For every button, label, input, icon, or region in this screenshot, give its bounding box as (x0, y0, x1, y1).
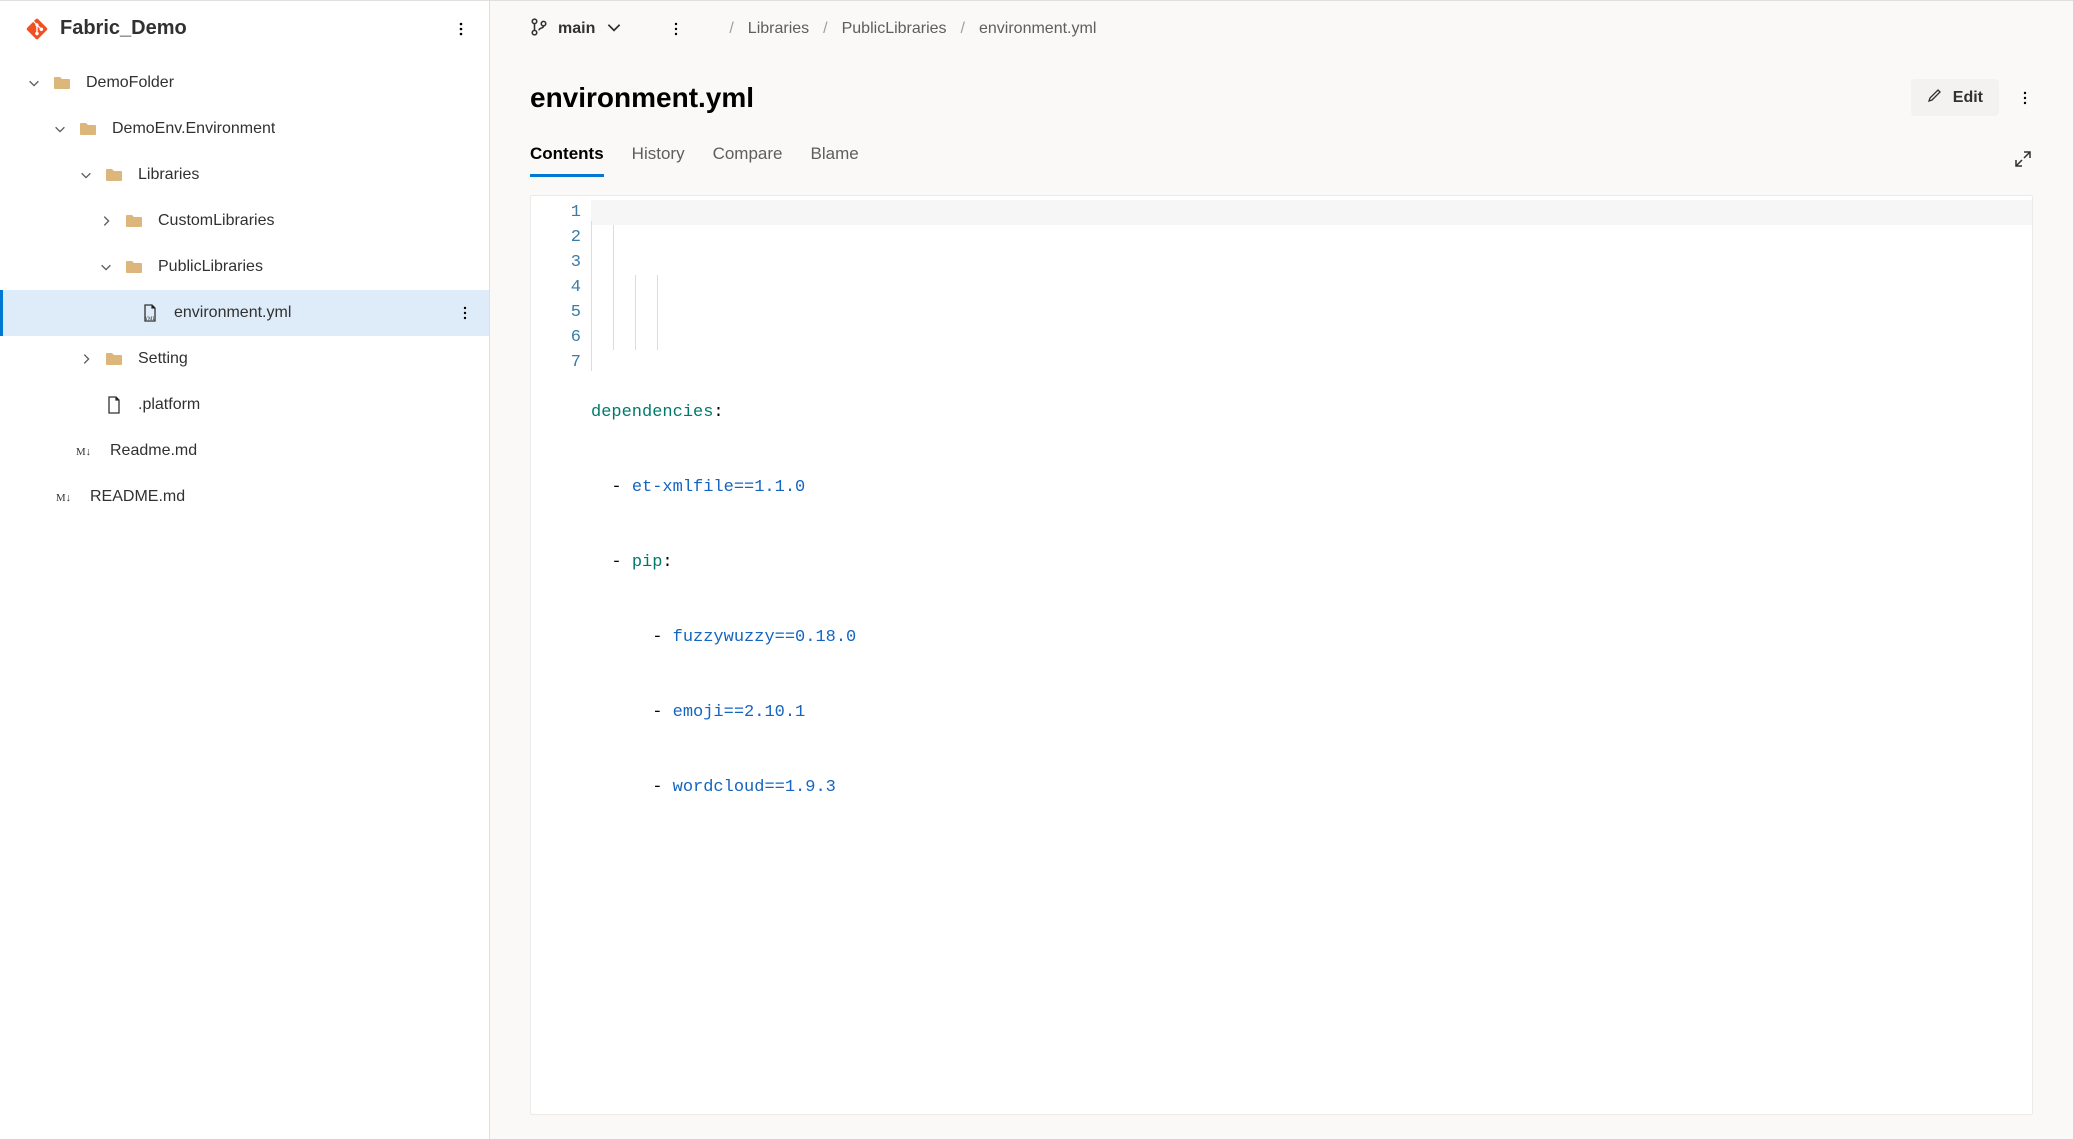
chevron-down-icon (98, 259, 114, 275)
code-token: - (652, 778, 672, 797)
line-number: 4 (531, 275, 581, 300)
tree-file-environment-yml[interactable]: YML environment.yml (0, 290, 489, 336)
chevron-down-icon (26, 75, 42, 91)
code-token: wordcloud==1.9.3 (673, 778, 836, 797)
line-number: 6 (531, 325, 581, 350)
chevron-down-icon (52, 121, 68, 137)
breadcrumb-libraries[interactable]: Libraries (748, 20, 809, 38)
svg-text:YML: YML (144, 317, 155, 322)
markdown-icon: M↓ (56, 487, 76, 507)
tree-item-more-button[interactable] (453, 305, 477, 321)
line-number-gutter: 1 2 3 4 5 6 7 (531, 196, 591, 1114)
branch-icon (530, 18, 548, 41)
tree-folder-demofolder[interactable]: DemoFolder (0, 60, 489, 106)
git-icon (26, 18, 48, 40)
pencil-icon (1927, 87, 1943, 108)
breadcrumb-separator: / (729, 20, 733, 38)
tab-contents[interactable]: Contents (530, 144, 604, 177)
code-token: - (611, 478, 631, 497)
svg-text:M↓: M↓ (56, 492, 71, 504)
tree-label: CustomLibraries (158, 212, 274, 230)
code-token: - (652, 628, 672, 647)
tree-label: Readme.md (110, 442, 197, 460)
line-number: 3 (531, 250, 581, 275)
repo-header: Fabric_Demo (0, 7, 489, 60)
line-number: 5 (531, 300, 581, 325)
code-editor: 1 2 3 4 5 6 7 dependencies: - et-xmlfile… (530, 195, 2033, 1115)
svg-text:M↓: M↓ (76, 446, 91, 458)
tree-folder-libraries[interactable]: Libraries (0, 152, 489, 198)
tree-label: .platform (138, 396, 200, 414)
folder-icon (78, 119, 98, 139)
folder-icon (124, 211, 144, 231)
folder-icon (104, 349, 124, 369)
edit-button[interactable]: Edit (1911, 79, 1999, 116)
edit-label: Edit (1953, 89, 1983, 107)
file-title: environment.yml (530, 82, 754, 114)
breadcrumb-publiclibraries[interactable]: PublicLibraries (842, 20, 947, 38)
tree-label: Setting (138, 350, 188, 368)
file-header: environment.yml Edit (530, 79, 2033, 116)
chevron-down-icon (78, 167, 94, 183)
file-icon (104, 395, 124, 415)
line-number: 1 (531, 200, 581, 225)
code-content[interactable]: dependencies: - et-xmlfile==1.1.0 - pip:… (591, 196, 2032, 1114)
tree-file-platform[interactable]: .platform (0, 382, 489, 428)
file-more-button[interactable] (2017, 90, 2033, 106)
code-token: - (611, 553, 631, 572)
repo-name: Fabric_Demo (60, 17, 187, 40)
branch-selector[interactable]: main (530, 18, 623, 41)
file-tabs: Contents History Compare Blame (530, 144, 2033, 177)
breadcrumb: / Libraries / PublicLibraries / environm… (729, 20, 1096, 38)
tree-label: environment.yml (174, 304, 291, 322)
yml-file-icon: YML (140, 303, 160, 323)
main-panel: main / Libraries / PublicLibraries / env… (490, 0, 2073, 1139)
branch-name: main (558, 20, 595, 38)
code-token: dependencies (591, 403, 713, 422)
tab-blame[interactable]: Blame (811, 144, 859, 177)
code-token: : (713, 403, 723, 422)
breadcrumb-separator: / (961, 20, 965, 38)
tree-folder-setting[interactable]: Setting (0, 336, 489, 382)
chevron-right-icon (98, 213, 114, 229)
markdown-icon: M↓ (76, 441, 96, 461)
folder-icon (104, 165, 124, 185)
tree-file-readme-inner[interactable]: M↓ Readme.md (0, 428, 489, 474)
folder-icon (52, 73, 72, 93)
topbar: main / Libraries / PublicLibraries / env… (530, 1, 2033, 57)
tree-label: PublicLibraries (158, 258, 263, 276)
breadcrumb-separator: / (823, 20, 827, 38)
code-token: - (652, 703, 672, 722)
code-token: pip (632, 553, 663, 572)
code-token: et-xmlfile==1.1.0 (632, 478, 805, 497)
tree-file-readme-root[interactable]: M↓ README.md (0, 474, 489, 520)
code-token: : (662, 553, 672, 572)
line-number: 2 (531, 225, 581, 250)
tree-label: README.md (90, 488, 185, 506)
repo-title-container[interactable]: Fabric_Demo (26, 17, 187, 40)
file-explorer-sidebar: Fabric_Demo DemoFolder DemoEnv.Environme… (0, 0, 490, 1139)
code-token: emoji==2.10.1 (673, 703, 806, 722)
tree-folder-customlibraries[interactable]: CustomLibraries (0, 198, 489, 244)
tree-folder-publiclibraries[interactable]: PublicLibraries (0, 244, 489, 290)
branch-more-button[interactable] (668, 21, 684, 37)
tree-folder-demoenv[interactable]: DemoEnv.Environment (0, 106, 489, 152)
tree-label: Libraries (138, 166, 199, 184)
tab-compare[interactable]: Compare (713, 144, 783, 177)
tree-label: DemoEnv.Environment (112, 120, 275, 138)
file-tree: DemoFolder DemoEnv.Environment Libraries… (0, 60, 489, 520)
chevron-right-icon (78, 351, 94, 367)
tree-label: DemoFolder (86, 74, 174, 92)
line-number: 7 (531, 350, 581, 375)
chevron-down-icon (605, 18, 623, 41)
file-actions: Edit (1911, 79, 2033, 116)
repo-more-button[interactable] (453, 21, 469, 37)
fullscreen-button[interactable] (2013, 149, 2033, 172)
code-token: fuzzywuzzy==0.18.0 (673, 628, 857, 647)
tab-history[interactable]: History (632, 144, 685, 177)
folder-icon (124, 257, 144, 277)
breadcrumb-current: environment.yml (979, 20, 1096, 38)
